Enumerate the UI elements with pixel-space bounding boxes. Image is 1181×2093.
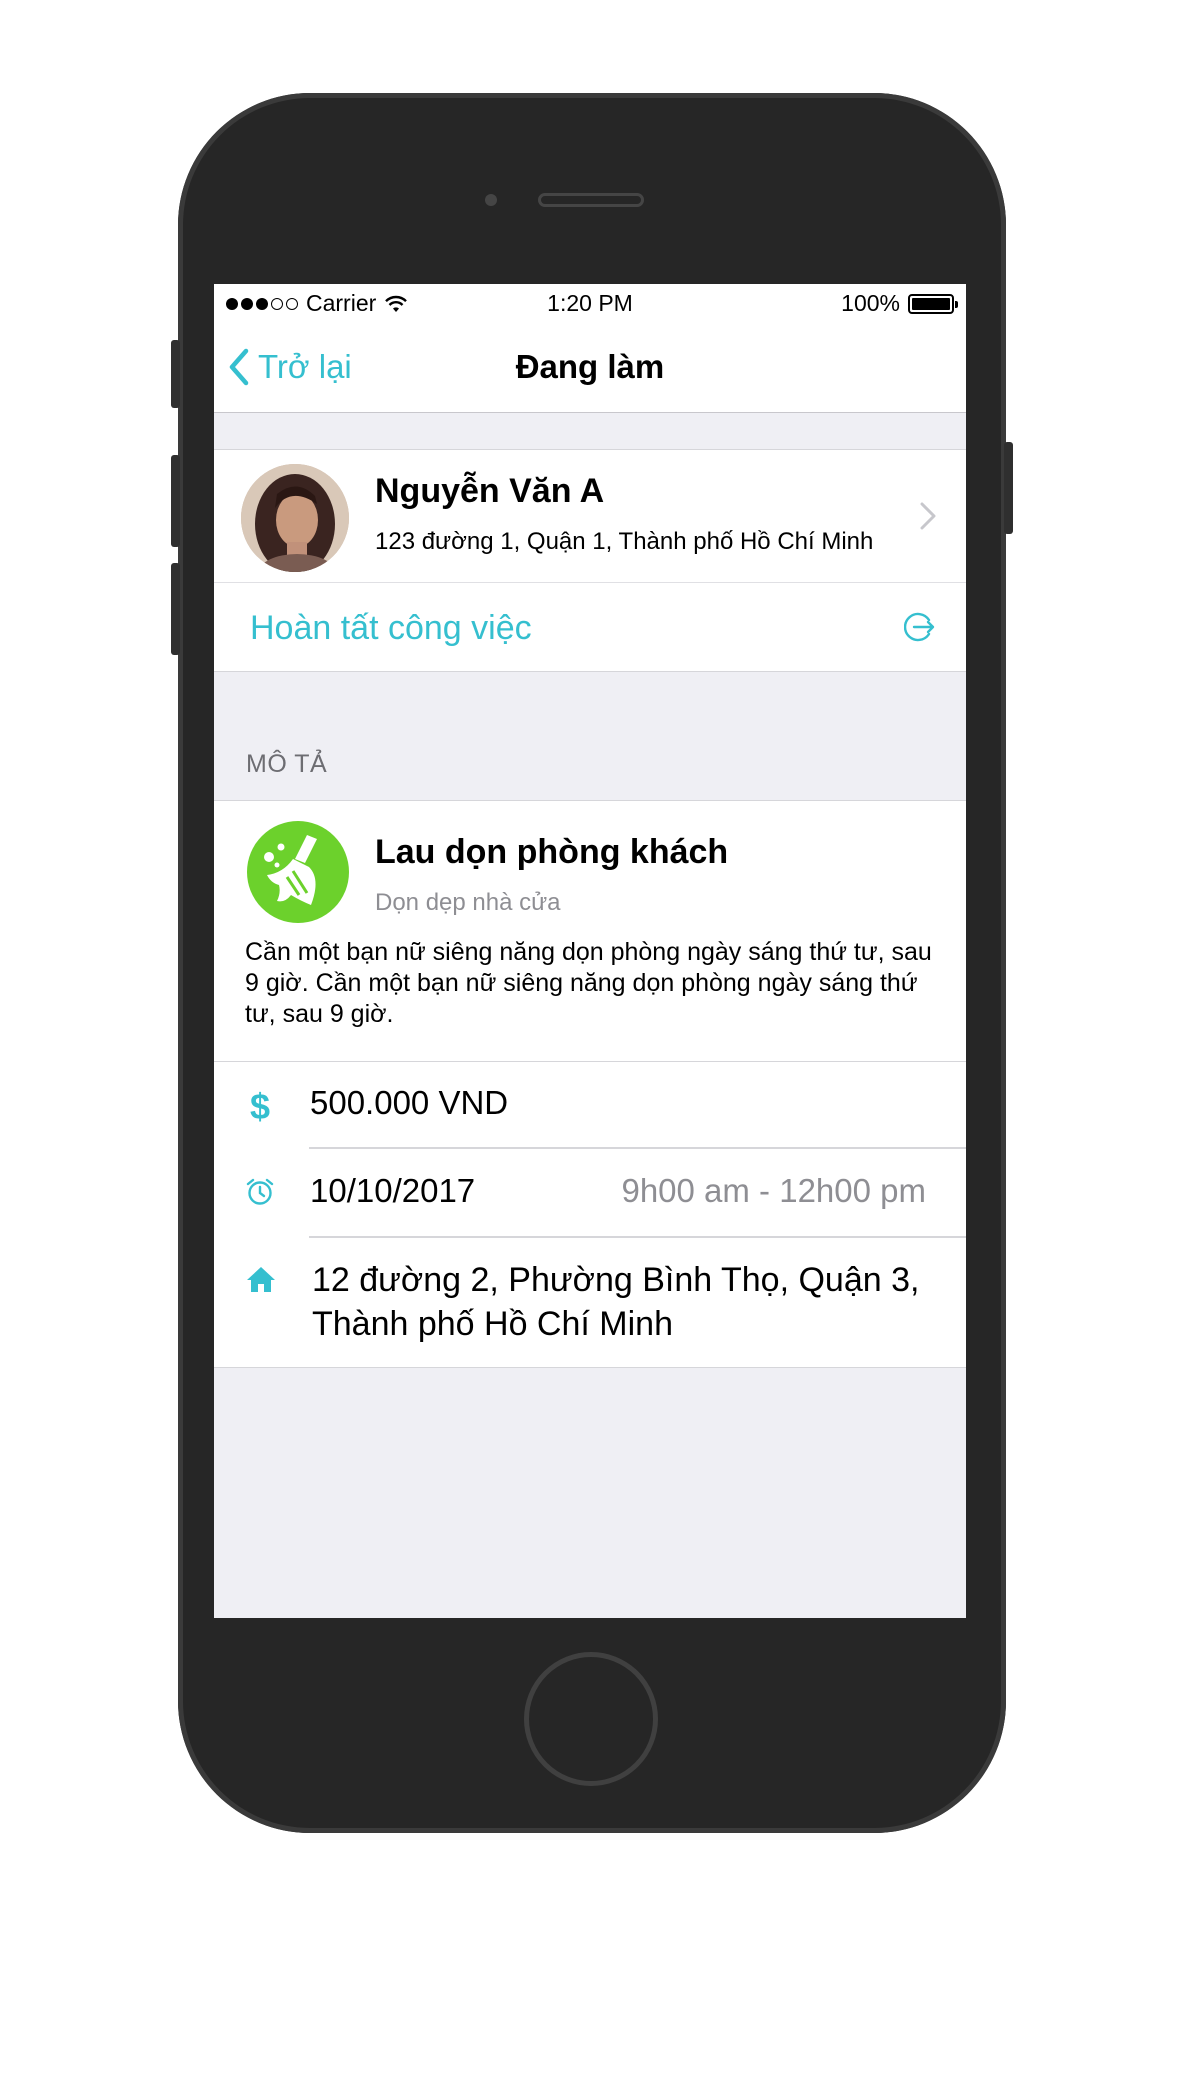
divider [309, 1147, 966, 1149]
task-details: $ 500.000 VND 10/10/2017 9h00 am - 12h00… [214, 1061, 966, 1368]
navigation-bar: Trở lại Đang làm [214, 324, 966, 413]
screen: Carrier 1:20 PM 100% Trở lại Đang làm Ng… [214, 284, 966, 1618]
power-button [1004, 442, 1013, 534]
battery-percent: 100% [841, 290, 900, 316]
time-range: 9h00 am - 12h00 pm [621, 1172, 926, 1209]
disclosure-chevron-icon [920, 502, 936, 530]
task-category: Dọn dẹp nhà cửa [375, 889, 561, 916]
status-bar: Carrier 1:20 PM 100% [214, 284, 966, 324]
dollar-icon: $ [250, 1088, 270, 1124]
alarm-icon [246, 1178, 274, 1205]
page-title: Đang làm [515, 348, 665, 385]
home-icon [247, 1267, 275, 1292]
description-section-header: MÔ TẢ [246, 750, 328, 778]
avatar [241, 464, 349, 572]
date-value: 10/10/2017 [310, 1172, 476, 1209]
customer-name: Nguyễn Văn A [375, 472, 605, 510]
task-title: Lau dọn phòng khách [375, 833, 729, 871]
svg-text:$: $ [250, 1088, 270, 1124]
front-camera [485, 194, 497, 206]
exit-icon [904, 612, 935, 642]
mute-switch [171, 340, 180, 408]
customer-profile-row[interactable]: Nguyễn Văn A 123 đường 1, Quận 1, Thành … [214, 449, 966, 583]
divider [309, 1236, 966, 1238]
battery-group: 100% [841, 290, 958, 317]
complete-job-button[interactable]: Hoàn tất công việc [214, 582, 966, 672]
complete-job-label: Hoàn tất công việc [250, 609, 532, 647]
price-value: 500.000 VND [310, 1084, 509, 1121]
task-address: 12 đường 2, Phường Bình Thọ, Quận 3, Thà… [312, 1261, 920, 1343]
task-card: Lau dọn phòng khách Dọn dẹp nhà cửa Cần … [214, 800, 966, 1063]
task-description: Cần một bạn nữ siêng năng dọn phòng ngày… [245, 938, 932, 1028]
earpiece-speaker [538, 193, 644, 207]
battery-icon [908, 293, 958, 314]
broom-icon [247, 821, 349, 923]
volume-down-button [171, 563, 180, 655]
customer-address: 123 đường 1, Quận 1, Thành phố Hồ Chí Mi… [375, 528, 874, 555]
home-button[interactable] [524, 1652, 658, 1786]
volume-up-button [171, 455, 180, 547]
